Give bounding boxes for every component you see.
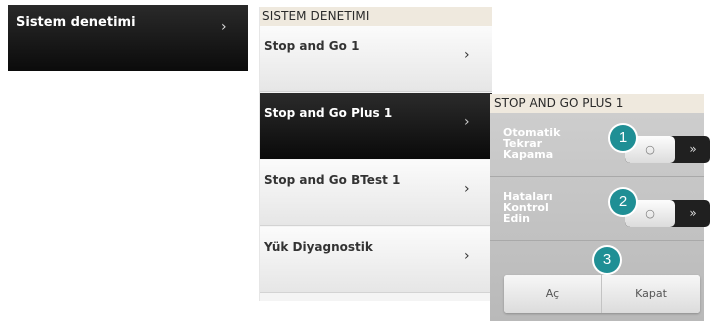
setting-label: Hataları Kontrol Edin: [503, 191, 573, 224]
callout-badge-3: 3: [594, 247, 620, 273]
list-item-yuk-diyagnostik[interactable]: Yük Diyagnostik ›: [260, 227, 492, 293]
setting-row-auto-reclose: Otomatik Tekrar Kapama ○ »: [490, 113, 710, 177]
chevron-right-icon: ›: [464, 47, 470, 63]
list-header: SISTEM DENETIMI: [260, 7, 492, 26]
auto-reclose-toggle[interactable]: ○ »: [625, 136, 710, 163]
check-errors-toggle[interactable]: ○ »: [625, 200, 710, 227]
chevron-right-icon: ›: [221, 19, 227, 35]
sidebar-item-sistem-denetimi[interactable]: Sistem denetimi ›: [8, 5, 248, 71]
list-item-label: Yük Diyagnostik: [264, 240, 373, 254]
open-button[interactable]: Aç: [504, 275, 602, 313]
list-item-stop-and-go-1[interactable]: Stop and Go 1 ›: [260, 26, 492, 92]
double-chevron-right-icon: »: [689, 142, 697, 156]
sidebar-item-label: Sistem denetimi: [16, 15, 136, 30]
stop-and-go-plus-panel: STOP AND GO PLUS 1 Otomatik Tekrar Kapam…: [490, 94, 710, 321]
list-item-label: Stop and Go Plus 1: [264, 106, 393, 120]
system-control-list: SISTEM DENETIMI Stop and Go 1 › Stop and…: [259, 7, 492, 301]
close-button[interactable]: Kapat: [602, 275, 700, 313]
setting-label: Otomatik Tekrar Kapama: [503, 127, 573, 160]
callout-badge-1: 1: [610, 125, 636, 151]
chevron-right-icon: ›: [464, 248, 470, 264]
double-chevron-right-icon: »: [689, 206, 697, 220]
list-item-stop-and-go-btest-1[interactable]: Stop and Go BTest 1 ›: [260, 160, 492, 226]
list-item-label: Stop and Go 1: [264, 39, 360, 53]
setting-label-line: Kapama: [503, 148, 554, 161]
setting-row-check-errors: Hataları Kontrol Edin ○ »: [490, 177, 710, 241]
callout-badge-2: 2: [610, 189, 636, 215]
list-item-label: Stop and Go BTest 1: [264, 173, 401, 187]
setting-label-line: Edin: [503, 212, 530, 225]
chevron-right-icon: ›: [464, 181, 470, 197]
list-item-stop-and-go-plus-1[interactable]: Stop and Go Plus 1 ›: [260, 93, 492, 159]
open-close-button-group: Aç Kapat: [504, 275, 700, 313]
chevron-right-icon: ›: [464, 114, 470, 130]
panel-header: STOP AND GO PLUS 1: [490, 94, 704, 113]
